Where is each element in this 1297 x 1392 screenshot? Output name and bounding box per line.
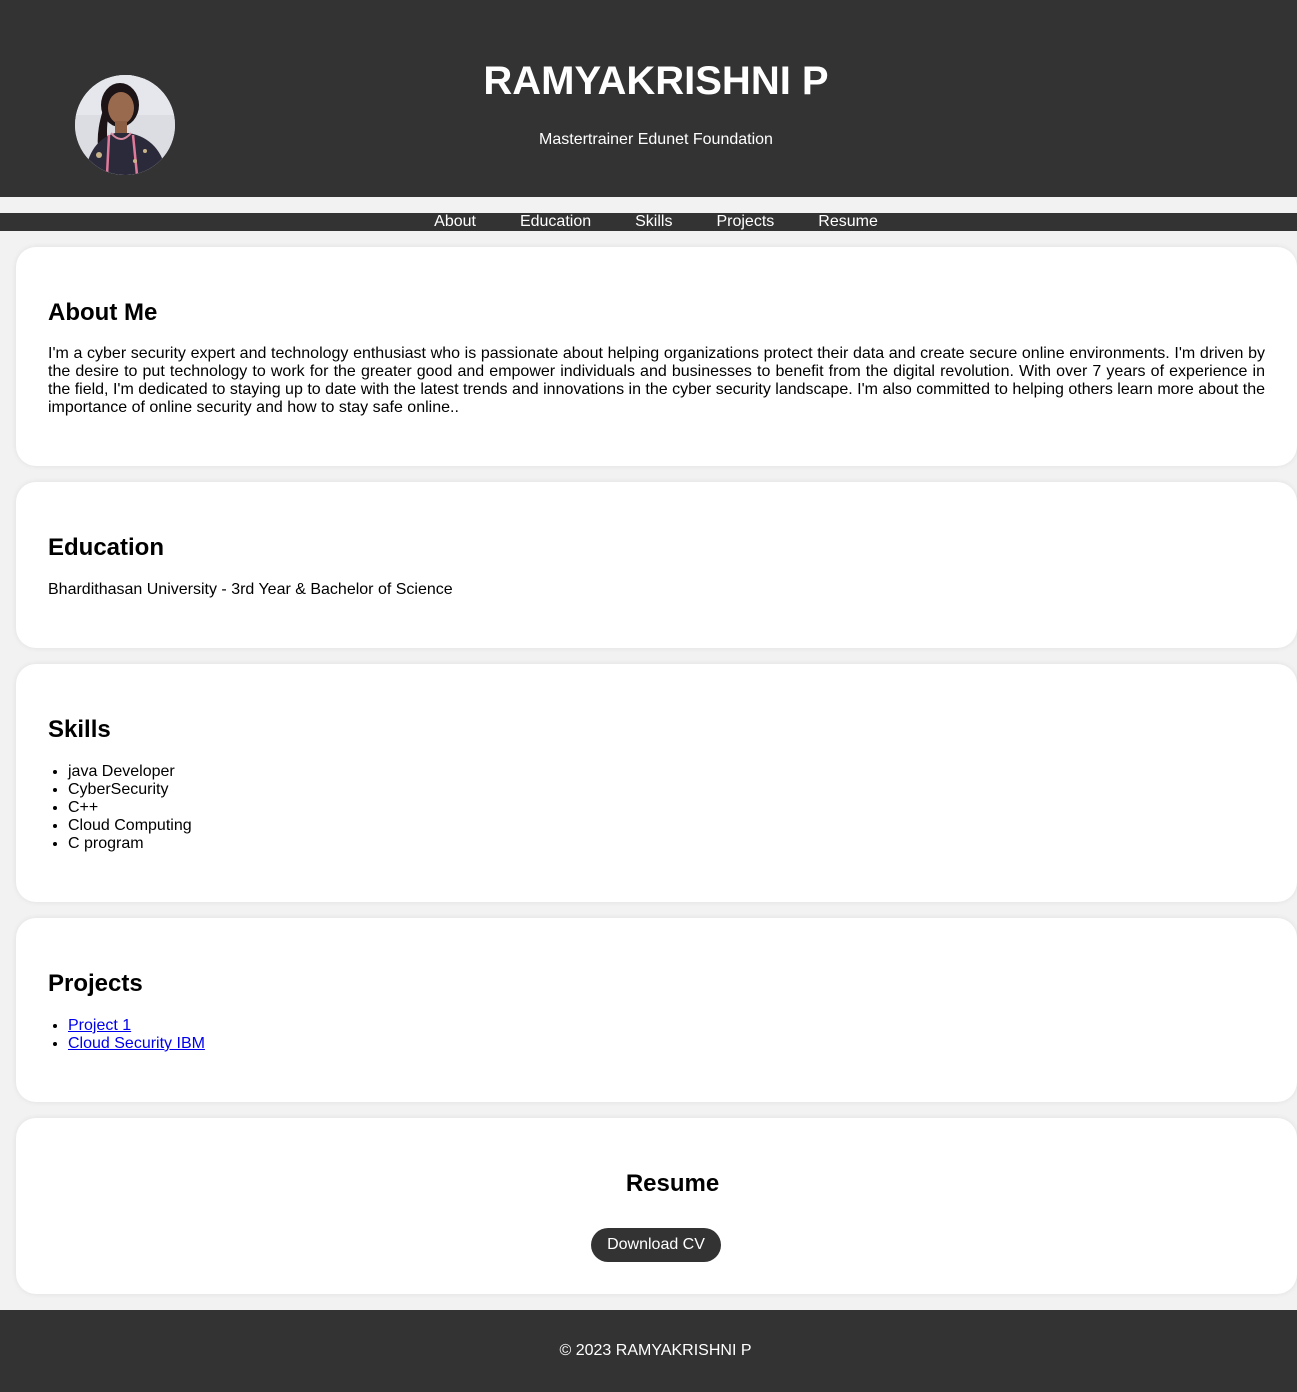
education-text: Bhardithasan University - 3rd Year & Bac…: [48, 581, 453, 598]
skills-list: java Developer CyberSecurity C++ Cloud C…: [48, 763, 1265, 853]
skill-item: CyberSecurity: [68, 781, 1265, 799]
skills-section: Skills java Developer CyberSecurity C++ …: [16, 664, 1297, 902]
footer-copyright: © 2023 RAMYAKRISHNI P: [559, 1342, 752, 1359]
skill-item: Cloud Computing: [68, 817, 1265, 835]
skills-heading: Skills: [48, 716, 111, 743]
main-nav: About Education Skills Projects Resume: [0, 213, 1297, 231]
nav-link-education[interactable]: Education: [520, 213, 591, 231]
projects-section: Projects Project 1 Cloud Security IBM: [16, 918, 1297, 1102]
project-item: Cloud Security IBM: [68, 1035, 1265, 1053]
site-footer: © 2023 RAMYAKRISHNI P: [0, 1310, 1297, 1392]
nav-link-about[interactable]: About: [434, 213, 476, 231]
resume-section: Resume Download CV: [16, 1118, 1297, 1294]
about-section: About Me I'm a cyber security expert and…: [16, 247, 1297, 466]
resume-heading: Resume: [625, 1170, 720, 1197]
project-link-cloud-security[interactable]: Cloud Security IBM: [68, 1035, 205, 1052]
site-header: RAMYAKRISHNI P Mastertrainer Edunet Foun…: [0, 0, 1297, 197]
project-link-1[interactable]: Project 1: [68, 1017, 131, 1034]
about-text: I'm a cyber security expert and technolo…: [48, 345, 1265, 416]
skill-item: java Developer: [68, 763, 1265, 781]
site-title: RAMYAKRISHNI P: [483, 59, 829, 103]
projects-list: Project 1 Cloud Security IBM: [48, 1017, 1265, 1053]
nav-link-resume[interactable]: Resume: [818, 213, 878, 231]
education-heading: Education: [48, 534, 165, 561]
about-heading: About Me: [48, 299, 158, 326]
project-item: Project 1: [68, 1017, 1265, 1035]
skill-item: C program: [68, 835, 1265, 853]
site-subtitle: Mastertrainer Edunet Foundation: [539, 131, 773, 148]
skill-item: C++: [68, 799, 1265, 817]
nav-link-projects[interactable]: Projects: [716, 213, 774, 231]
download-cv-button[interactable]: Download CV: [591, 1228, 721, 1262]
projects-heading: Projects: [48, 970, 143, 997]
nav-link-skills[interactable]: Skills: [635, 213, 672, 231]
education-section: Education Bhardithasan University - 3rd …: [16, 482, 1297, 648]
